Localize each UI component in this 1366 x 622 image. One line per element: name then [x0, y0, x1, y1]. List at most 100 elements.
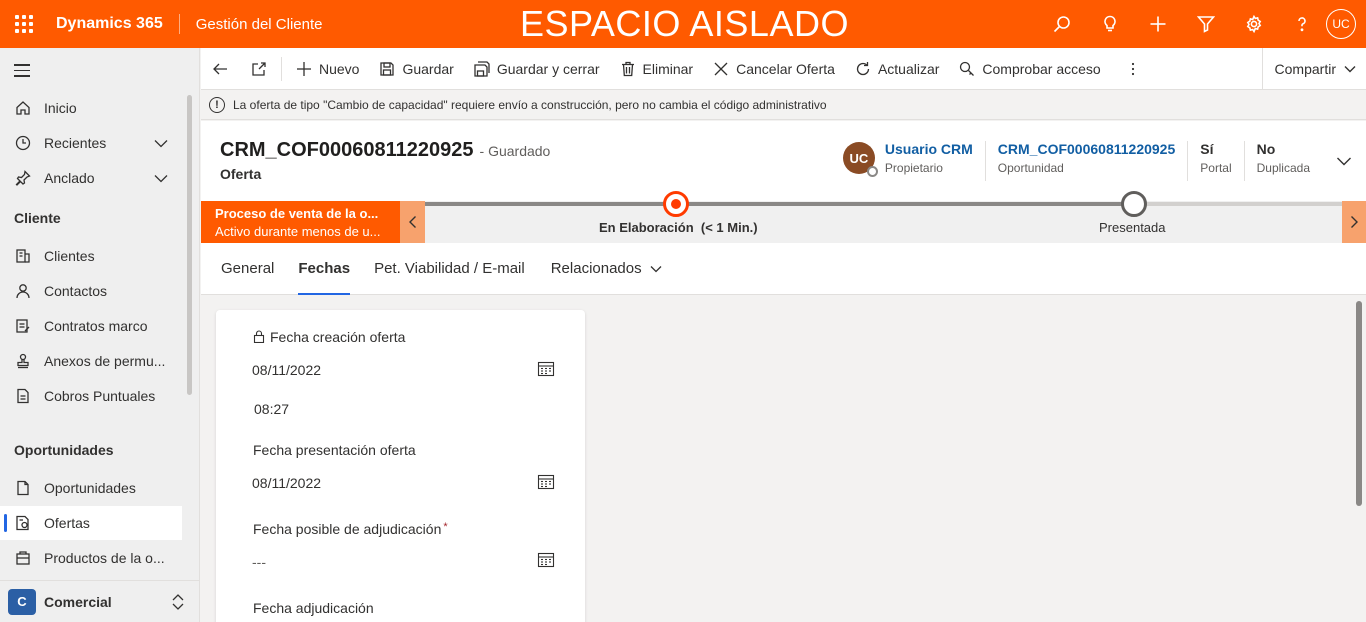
save-label: Guardar [402, 60, 454, 77]
tab-viabilidad-email[interactable]: Pet. Viabilidad / E-mail [362, 243, 537, 295]
opportunity-label: Oportunidad [997, 161, 1064, 175]
search-button[interactable] [1038, 0, 1086, 48]
form-notification: ! La oferta de tipo "Cambio de capacidad… [201, 90, 1366, 120]
area-badge: C [8, 588, 36, 615]
hamburger-menu-icon[interactable] [14, 64, 30, 81]
chevron-down-icon[interactable] [154, 171, 168, 185]
chevron-down-icon[interactable] [154, 136, 168, 150]
delete-label: Eliminar [642, 60, 694, 77]
main-content: Nuevo Guardar Guardar y cerrar Eliminar … [201, 48, 1366, 622]
open-new-window-button[interactable] [239, 48, 281, 90]
contract-icon [16, 319, 30, 333]
refresh-icon [856, 61, 870, 75]
calendar-button[interactable] [537, 551, 555, 569]
owner-initials: UC [849, 150, 869, 166]
nav-scrollbar[interactable] [187, 95, 192, 395]
bpf-next-button[interactable] [1342, 201, 1366, 243]
bpf-stage-node-todo[interactable] [1121, 191, 1147, 217]
duplicate-label: Duplicada [1256, 161, 1310, 175]
bpf-prev-button[interactable] [400, 201, 425, 243]
new-button[interactable]: Nuevo [286, 48, 369, 90]
nav-item-label: Anexos de permu... [44, 353, 166, 369]
bpf-process-name: Proceso de venta de la o... [215, 206, 379, 221]
refresh-button[interactable]: Actualizar [845, 48, 949, 90]
dates-section: Fecha creación oferta 08/11/2022 08:27 F… [216, 310, 585, 622]
stage-name: Presentada [1099, 220, 1166, 235]
chevron-down-icon [650, 265, 662, 272]
page-icon [17, 480, 29, 496]
possible-award-date-input[interactable]: --- [252, 554, 266, 570]
cancel-offer-button[interactable]: Cancelar Oferta [703, 48, 845, 90]
help-icon [1298, 17, 1306, 32]
app-name[interactable]: Gestión del Cliente [180, 16, 323, 33]
nav-item-clientes[interactable]: Clientes [0, 239, 182, 273]
bpf-stage-en-elaboracion[interactable]: En Elaboración (< 1 Min.) [599, 220, 758, 235]
brand-name[interactable]: Dynamics 365 [48, 14, 180, 34]
nav-item-anclado[interactable]: Anclado [0, 161, 182, 195]
save-close-label: Guardar y cerrar [496, 60, 600, 77]
info-icon: ! [209, 96, 225, 113]
clock-icon [15, 135, 31, 151]
nav-item-productos[interactable]: Productos de la o... [0, 541, 182, 575]
presence-indicator [866, 166, 878, 177]
nav-item-contactos[interactable]: Contactos [0, 274, 182, 308]
notification-text: La oferta de tipo "Cambio de capacidad" … [233, 97, 827, 112]
header-expand-button[interactable] [1322, 141, 1366, 181]
more-commands-button[interactable] [1111, 48, 1155, 90]
help-button[interactable] [1278, 0, 1326, 48]
tab-fechas[interactable]: Fechas [286, 243, 362, 295]
owner-avatar[interactable]: UC [842, 142, 878, 177]
calendar-button[interactable] [537, 473, 555, 491]
tab-general[interactable]: General [209, 243, 286, 295]
creation-date-value: 08/11/2022 [252, 362, 322, 378]
chevron-right-icon [1351, 216, 1358, 228]
nav-item-cobros-puntuales[interactable]: Cobros Puntuales [0, 379, 182, 413]
top-icons: UC [1038, 0, 1366, 48]
save-button[interactable]: Guardar [369, 48, 463, 90]
form-scrollbar[interactable] [1356, 301, 1362, 506]
ideas-button[interactable] [1086, 0, 1134, 48]
nav-item-oportunidades[interactable]: Oportunidades [0, 471, 182, 505]
gear-icon [1246, 15, 1262, 33]
nav-item-recientes[interactable]: Recientes [0, 126, 182, 160]
owner-link[interactable]: Usuario CRM [885, 141, 973, 157]
arrow-left-icon [213, 63, 227, 74]
area-switcher[interactable]: C Comercial [0, 580, 199, 622]
header-field-duplicate: No Duplicada [1245, 141, 1322, 181]
record-title-text: CRM_COF00060811220925 [220, 139, 474, 161]
quote-icon [16, 515, 29, 531]
save-close-icon [474, 60, 490, 77]
settings-button[interactable] [1230, 0, 1278, 48]
delete-button[interactable]: Eliminar [610, 48, 704, 90]
refresh-label: Actualizar [877, 60, 940, 77]
quick-create-button[interactable] [1134, 0, 1182, 48]
user-avatar-button[interactable]: UC [1326, 9, 1356, 39]
advanced-find-button[interactable] [1182, 0, 1230, 48]
bpf-stage-presentada[interactable]: Presentada [1099, 220, 1166, 235]
check-access-label: Comprobar acceso [982, 60, 1101, 77]
nav-item-contratos-marco[interactable]: Contratos marco [0, 309, 182, 343]
check-access-button[interactable]: Comprobar acceso [949, 48, 1110, 90]
nav-item-ofertas[interactable]: Ofertas [0, 506, 182, 540]
bpf-stage-node-active[interactable] [663, 191, 689, 217]
presentation-date-input[interactable]: 08/11/2022 [252, 475, 321, 491]
nav-item-anexos[interactable]: Anexos de permu... [0, 344, 182, 378]
tab-label: Pet. Viabilidad / E-mail [374, 260, 525, 277]
owner-label: Propietario [884, 161, 943, 175]
key-search-icon [960, 61, 975, 76]
opportunity-link[interactable]: CRM_COF00060811220925 [998, 141, 1175, 157]
business-process-flow: Proceso de venta de la o... Activo duran… [201, 191, 1366, 243]
plus-icon [297, 61, 311, 76]
filter-icon [1197, 16, 1215, 33]
app-launcher-button[interactable] [0, 0, 48, 48]
back-button[interactable] [201, 48, 239, 90]
tab-relacionados[interactable]: Relacionados [539, 243, 674, 295]
nav-item-label: Ofertas [44, 515, 90, 531]
waffle-icon [15, 15, 33, 33]
bpf-process-flag[interactable]: Proceso de venta de la o... Activo duran… [201, 201, 400, 243]
save-and-close-button[interactable]: Guardar y cerrar [464, 48, 610, 90]
calendar-icon [537, 361, 555, 377]
environment-banner: ESPACIO AISLADO [520, 3, 849, 44]
nav-item-inicio[interactable]: Inicio [0, 91, 182, 125]
share-button[interactable]: Compartir [1261, 48, 1366, 90]
